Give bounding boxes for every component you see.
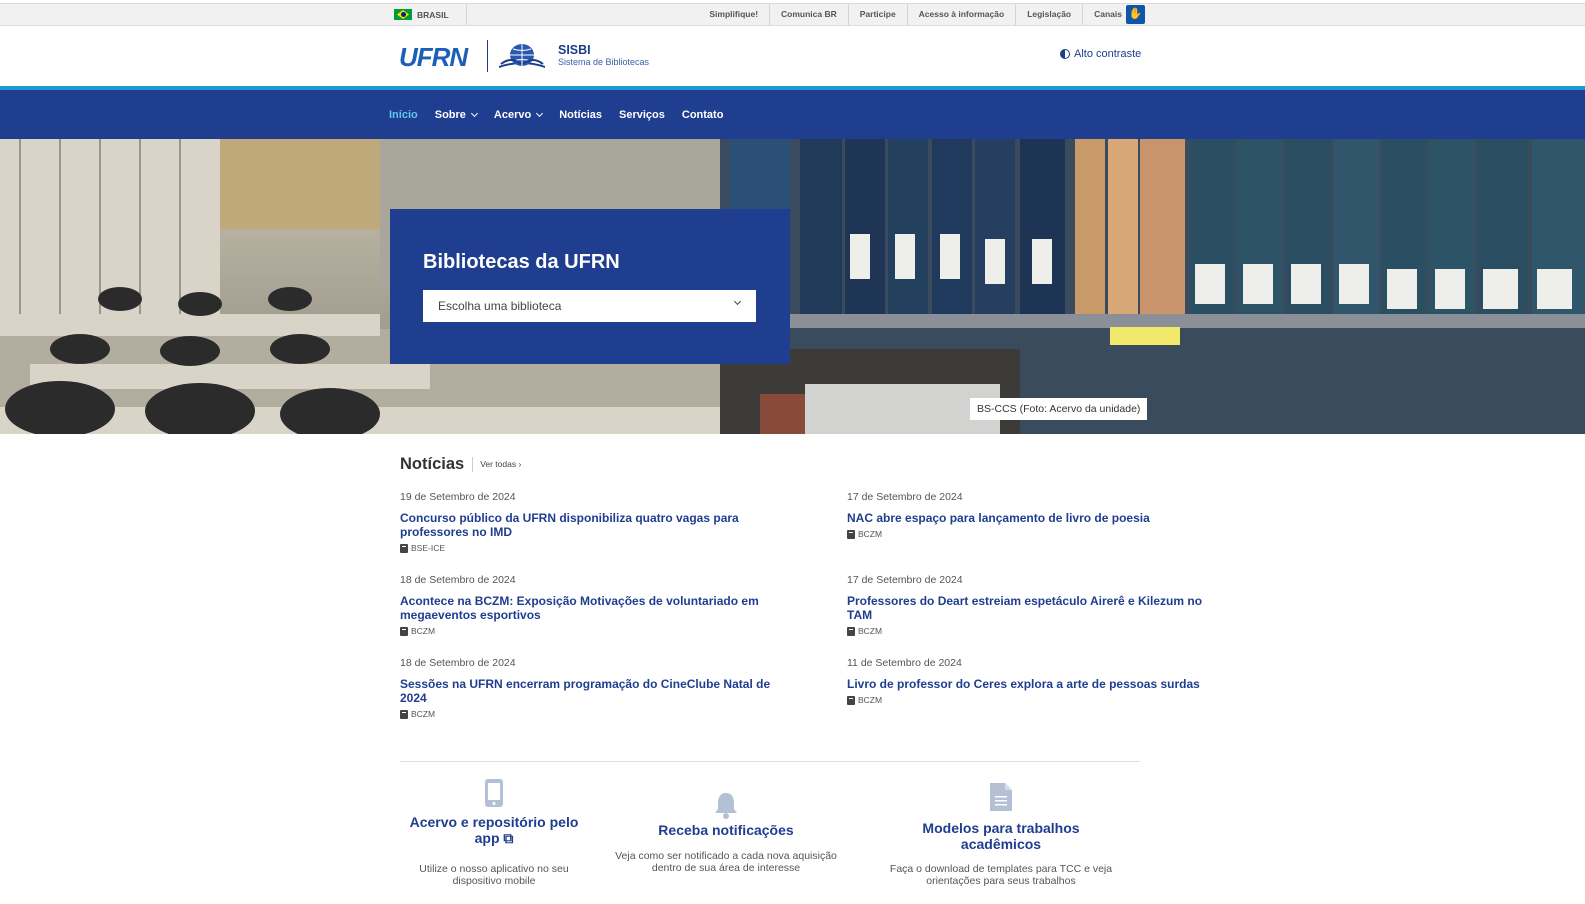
news-date: 18 de Setembro de 2024: [400, 657, 516, 669]
nav-item-noticias[interactable]: Notícias: [559, 109, 602, 121]
news-tag-label: BSE-ICE: [411, 543, 446, 553]
feature-desc: Utilize o nosso aplicativo no seu dispos…: [419, 863, 569, 887]
news-title-link[interactable]: Sessões na UFRN encerram programação do …: [400, 677, 780, 705]
see-all-label: Ver todas: [480, 459, 517, 469]
feature-templates[interactable]: Modelos para trabalhos acadêmicos Faça o…: [885, 783, 1117, 887]
ufrn-logo[interactable]: UFRN: [399, 42, 468, 73]
chevron-down-icon: [733, 297, 742, 306]
brazil-flag-icon: [394, 9, 412, 20]
document-icon: [990, 783, 1012, 811]
feature-desc: Faça o download de templates para TCC e …: [889, 863, 1113, 887]
nav-label: Acervo: [493, 108, 532, 121]
nav-label: Serviços: [619, 108, 665, 121]
nav-label: Notícias: [559, 108, 603, 121]
news-tag: BSE-ICE: [400, 543, 780, 553]
gov-bar: BRASIL Simplifique! Comunica BR Particip…: [0, 3, 1585, 26]
feature-title: Acervo e repositório pelo app: [409, 814, 579, 846]
feature-title: Receba notificações: [658, 822, 794, 838]
bell-icon: [715, 793, 737, 819]
library-select-placeholder: Escolha uma biblioteca: [438, 299, 562, 313]
chevron-down-icon: [536, 109, 544, 117]
news-date: 17 de Setembro de 2024: [847, 574, 963, 586]
news-item[interactable]: 17 de Setembro de 2024 NAC abre espaço p…: [847, 491, 1227, 539]
book-icon: [847, 529, 855, 539]
nav-label: Sobre: [434, 108, 466, 121]
contrast-icon: [1060, 49, 1070, 59]
book-icon: [847, 695, 855, 705]
gov-link-legislacao[interactable]: Legislação: [1016, 4, 1084, 25]
news-date: 19 de Setembro de 2024: [400, 491, 516, 503]
news-tag-label: BCZM: [858, 695, 883, 705]
see-all-news-link[interactable]: Ver todas ›: [472, 457, 521, 472]
news-title-link[interactable]: Concurso público da UFRN disponibiliza q…: [400, 511, 780, 539]
book-icon: [400, 543, 408, 553]
external-link-icon: ⧉: [503, 830, 514, 846]
section-divider: [400, 761, 1140, 762]
brasil-link[interactable]: BRASIL: [394, 9, 449, 20]
news-item[interactable]: 18 de Setembro de 2024 Sessões na UFRN e…: [400, 657, 780, 719]
news-date: 17 de Setembro de 2024: [847, 491, 963, 503]
news-item[interactable]: 19 de Setembro de 2024 Concurso público …: [400, 491, 780, 553]
news-tag-label: BCZM: [858, 626, 883, 636]
book-icon: [400, 709, 408, 719]
accessibility-hand-icon[interactable]: ✋: [1126, 5, 1145, 24]
feature-title: Modelos para trabalhos acadêmicos: [922, 820, 1080, 852]
photo-caption: BS-CCS (Foto: Acervo da unidade): [970, 398, 1148, 420]
book-icon: [400, 626, 408, 636]
news-header: Notícias Ver todas ›: [400, 455, 521, 474]
main-nav: Início Sobre Acervo Notícias Serviços Co…: [0, 90, 1585, 139]
news-title-link[interactable]: Livro de professor do Ceres explora a ar…: [847, 677, 1227, 691]
news-date: 18 de Setembro de 2024: [400, 574, 516, 586]
news-heading: Notícias: [400, 455, 465, 473]
news-tag: BCZM: [400, 626, 780, 636]
library-search-card: Bibliotecas da UFRN Escolha uma bibliote…: [390, 209, 790, 364]
library-photo: [0, 139, 1585, 434]
gov-link-comunica[interactable]: Comunica BR: [770, 4, 849, 25]
news-tag-label: BCZM: [411, 626, 436, 636]
news-tag: BCZM: [400, 709, 780, 719]
gov-links: Simplifique! Comunica BR Participe Acess…: [698, 4, 1133, 25]
nav-item-sobre[interactable]: Sobre: [434, 108, 478, 121]
nav-label: Contato: [681, 108, 724, 121]
feature-app[interactable]: Acervo e repositório pelo app ⧉ Utilize …: [409, 779, 579, 887]
news-item[interactable]: 17 de Setembro de 2024 Professores do De…: [847, 574, 1227, 636]
news-tag-label: BCZM: [858, 529, 883, 539]
book-icon: [847, 626, 855, 636]
high-contrast-toggle[interactable]: Alto contraste: [1060, 48, 1141, 60]
library-select[interactable]: Escolha uma biblioteca: [423, 290, 756, 322]
chevron-down-icon: [470, 109, 478, 117]
feature-notifications[interactable]: Receba notificações Veja como ser notifi…: [608, 791, 844, 874]
sisbi-globe-logo-icon: [499, 44, 545, 68]
gov-bar-separator: [466, 4, 467, 25]
news-title-link[interactable]: Professores do Deart estreiam espetáculo…: [847, 594, 1227, 622]
news-item[interactable]: 11 de Setembro de 2024 Livro de professo…: [847, 657, 1227, 705]
hero-banner: Bibliotecas da UFRN Escolha uma bibliote…: [0, 139, 1585, 434]
feature-desc: Veja como ser notificado a cada nova aqu…: [615, 850, 837, 874]
contrast-label: Alto contraste: [1074, 48, 1142, 60]
gov-link-acesso[interactable]: Acesso à informação: [908, 4, 1017, 25]
nav-label: Início: [389, 108, 418, 121]
mobile-phone-icon: [485, 779, 503, 807]
gov-link-simplifique[interactable]: Simplifique!: [698, 4, 771, 25]
sisbi-subtitle: Sistema de Bibliotecas: [558, 57, 650, 67]
logo-divider: [487, 40, 488, 72]
news-date: 11 de Setembro de 2024: [847, 657, 962, 669]
sisbi-title: SISBI: [558, 43, 591, 57]
news-tag: BCZM: [847, 695, 1227, 705]
nav-item-inicio[interactable]: Início: [389, 109, 418, 121]
news-tag-label: BCZM: [411, 709, 436, 719]
gov-link-participe[interactable]: Participe: [849, 4, 908, 25]
news-tag: BCZM: [847, 529, 1227, 539]
nav-item-servicos[interactable]: Serviços: [619, 109, 665, 121]
news-item[interactable]: 18 de Setembro de 2024 Acontece na BCZM:…: [400, 574, 780, 636]
brasil-label: BRASIL: [417, 9, 449, 20]
news-title-link[interactable]: Acontece na BCZM: Exposição Motivações d…: [400, 594, 780, 622]
site-header: UFRN SISBI Sistema de Bibliotecas Alto c…: [0, 26, 1585, 86]
nav-item-contato[interactable]: Contato: [682, 109, 724, 121]
hero-title: Bibliotecas da UFRN: [423, 251, 620, 273]
news-title-link[interactable]: NAC abre espaço para lançamento de livro…: [847, 511, 1227, 525]
nav-item-acervo[interactable]: Acervo: [493, 108, 544, 121]
news-tag: BCZM: [847, 626, 1227, 636]
